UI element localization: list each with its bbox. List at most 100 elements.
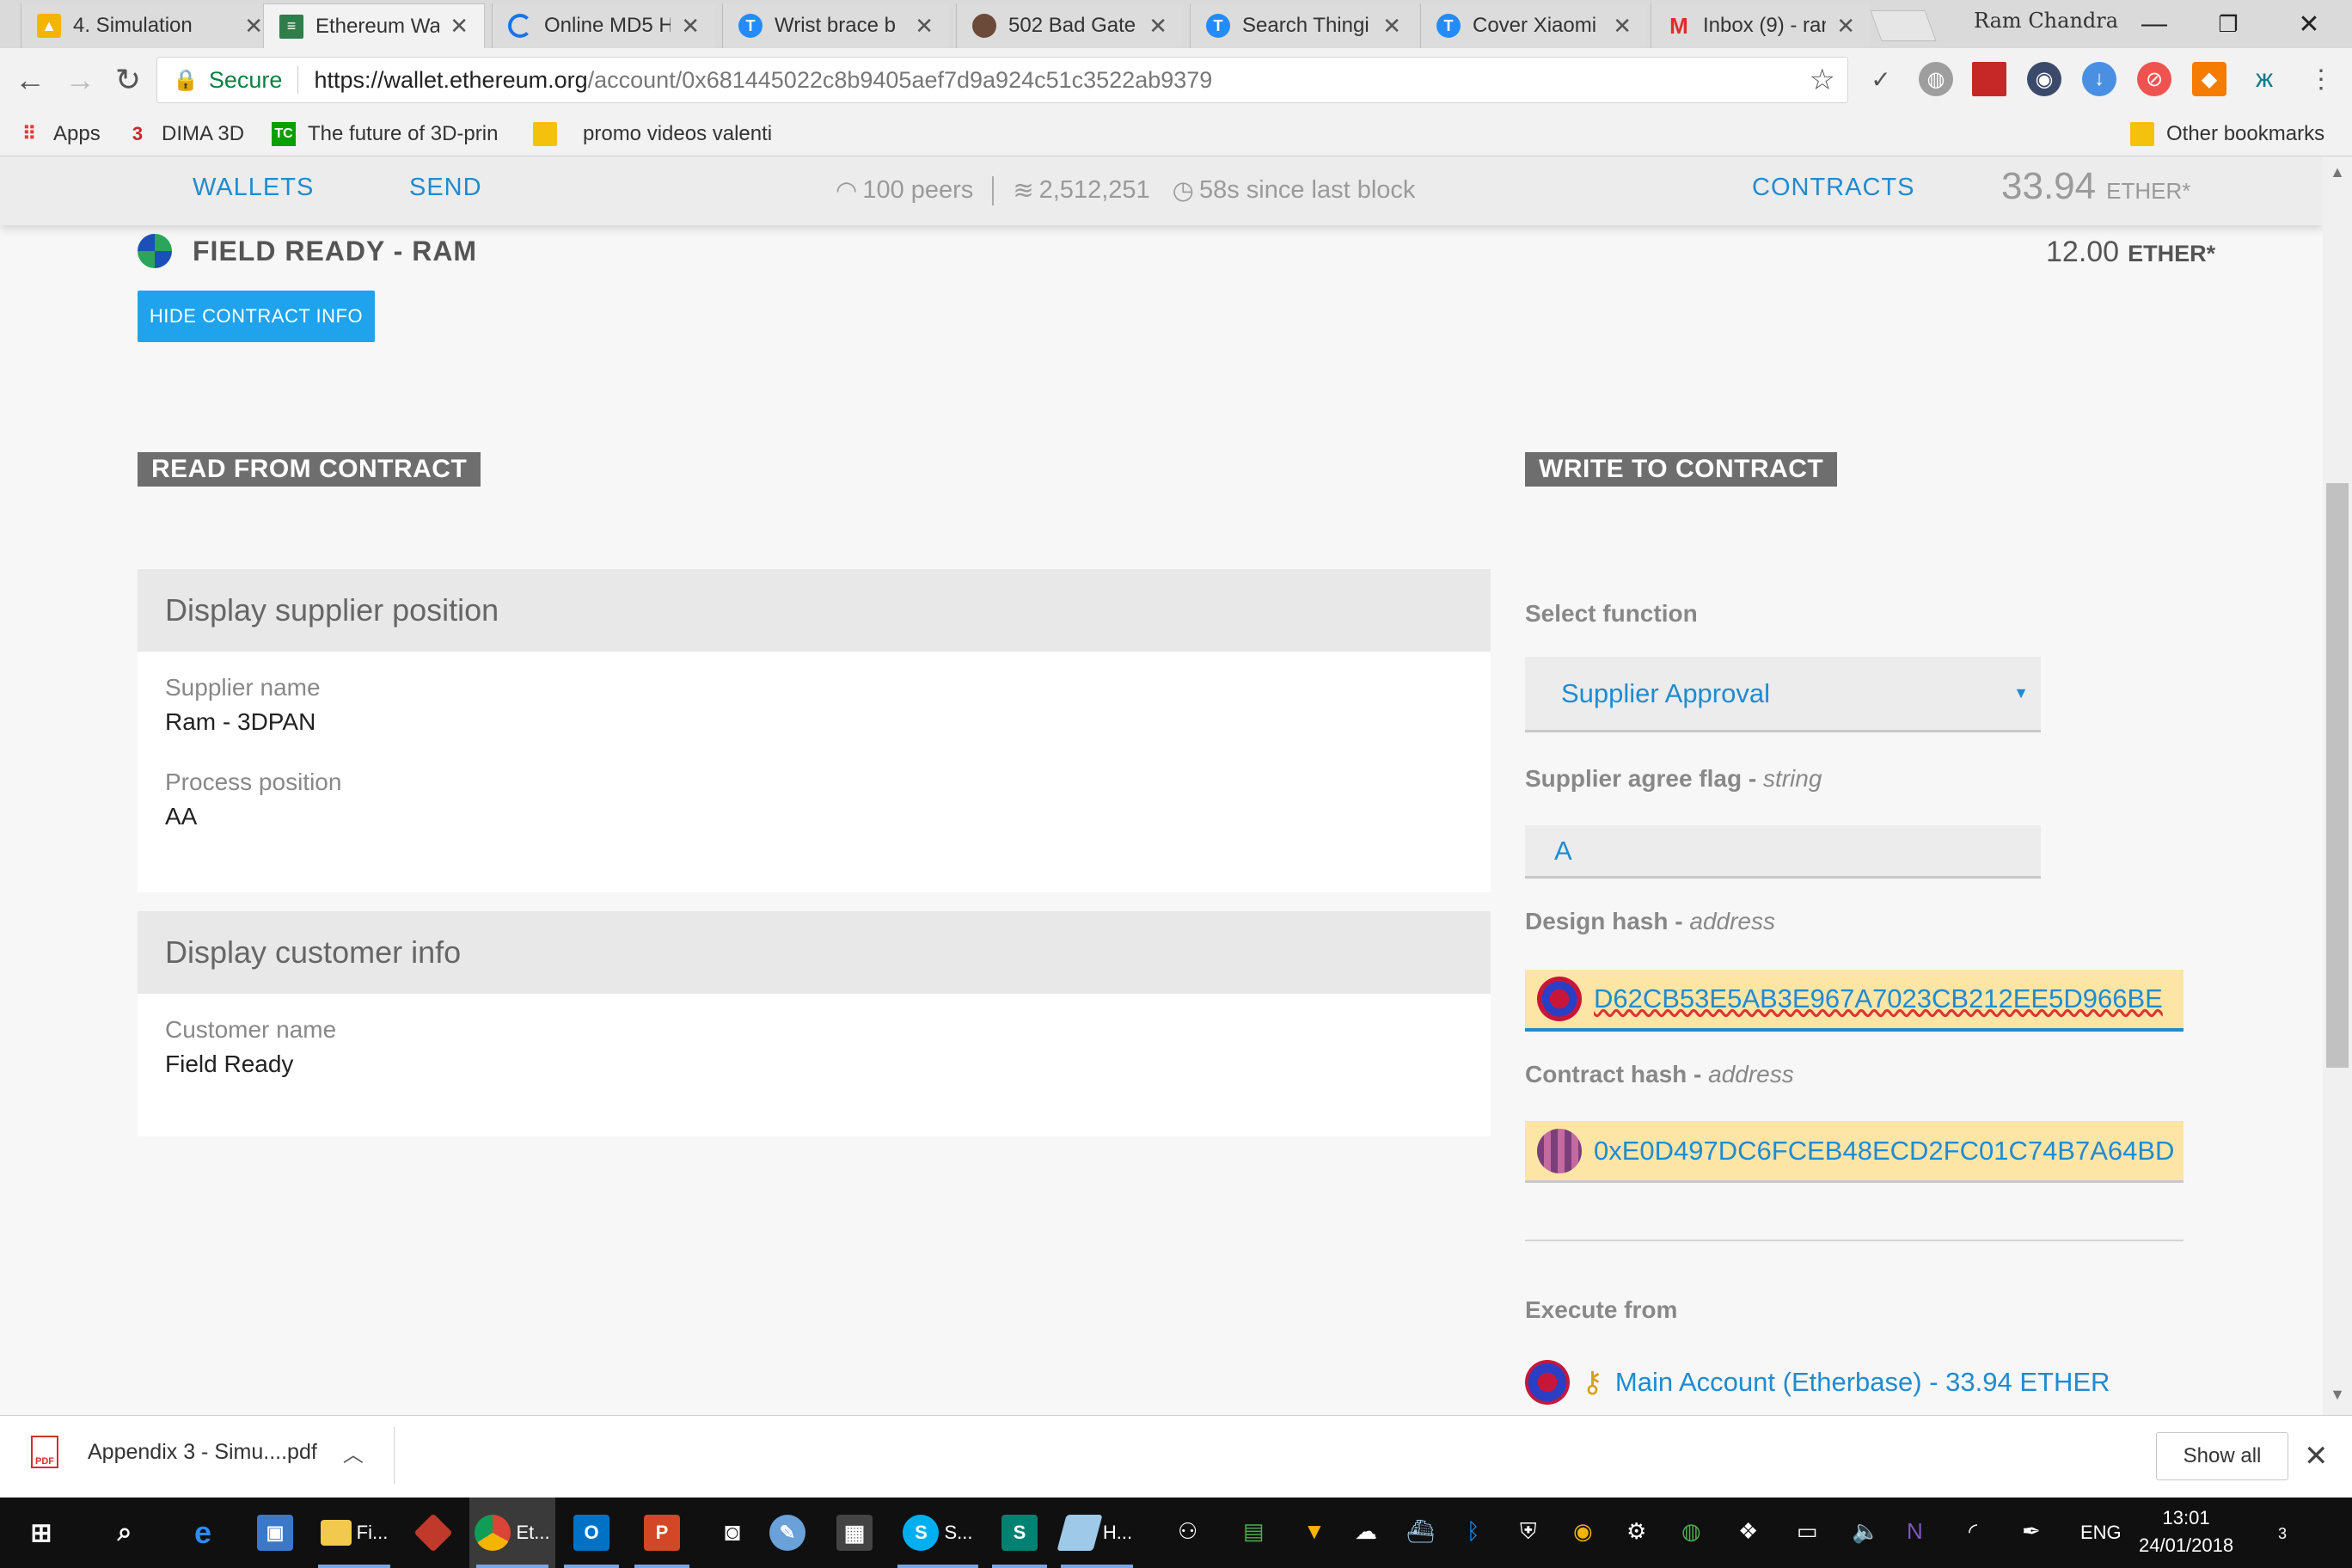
security-shield-icon[interactable]: ⛨ [1520, 1518, 1537, 1546]
execute-from-account-select[interactable]: ⚷ Main Account (Etherbase) - 33.94 ETHER [1525, 1360, 2110, 1405]
new-tab-button[interactable] [1870, 10, 1937, 41]
pen-icon[interactable]: ✒ [2022, 1518, 2041, 1545]
minimize-icon[interactable]: — [2120, 3, 2189, 45]
tab-cover-xiaomi[interactable]: T Cover Xiaomi ✕ [1420, 3, 1647, 48]
wifi-icon[interactable]: ◜ [1969, 1518, 1977, 1545]
onenote-icon[interactable]: N [1907, 1518, 1923, 1545]
input-language[interactable]: ENG [2080, 1522, 2122, 1544]
bookmark-techcrunch[interactable]: TC The future of 3D-prin [272, 117, 498, 151]
close-tab-icon[interactable]: ✕ [1613, 13, 1632, 40]
tab-wrist-brace[interactable]: T Wrist brace b ✕ [722, 3, 949, 48]
tab-simulation[interactable]: ▲ 4. Simulation ✕ [21, 3, 279, 48]
tab-ethereum-wallet[interactable]: ≡ Ethereum Wal ✕ [263, 3, 485, 48]
tray-badge-icon[interactable]: ◉ [1573, 1518, 1593, 1545]
red-book-extension-icon[interactable] [1972, 62, 2006, 96]
stop-extension-icon[interactable]: ⊘ [2137, 62, 2171, 96]
bookmark-promo-videos[interactable]: promo videos valenti [533, 117, 772, 151]
show-all-downloads-button[interactable]: Show all [2156, 1432, 2288, 1480]
supplier-agree-flag-input[interactable]: A [1525, 825, 2041, 879]
field-label: Process position [165, 769, 342, 795]
close-tab-icon[interactable]: ✕ [244, 13, 263, 40]
scroll-up-arrow-icon[interactable]: ▲ [2326, 163, 2349, 186]
volume-icon[interactable]: 🔈 [1852, 1518, 1879, 1545]
metamask-fox-icon[interactable]: ◆ [2192, 62, 2226, 96]
close-tab-icon[interactable]: ✕ [1836, 13, 1855, 40]
taskbar-sway[interactable]: S [985, 1498, 1054, 1568]
tray-gear-icon[interactable]: ⚙ [1626, 1518, 1646, 1545]
close-tab-icon[interactable]: ✕ [915, 13, 934, 40]
butterfly-extension-icon[interactable]: ж [2247, 62, 2282, 96]
function-select[interactable]: Supplier Approval ▼ [1525, 657, 2041, 732]
bluetooth-icon[interactable]: ᛒ [1467, 1518, 1480, 1545]
back-icon[interactable]: ← [7, 57, 53, 103]
bookmark-dima3d[interactable]: 3 DIMA 3D [126, 117, 244, 151]
hide-contract-info-button[interactable]: HIDE CONTRACT INFO [138, 291, 375, 342]
site-avatar-icon [972, 14, 996, 38]
tray-ship-icon[interactable]: ⛴ [1406, 1518, 1435, 1545]
battery-icon[interactable]: ▭ [1797, 1518, 1818, 1545]
close-download-bar-icon[interactable]: ✕ [2304, 1439, 2329, 1473]
network-status: ◠ 100 peers ≋ 2,512,251 ◷ 58s since last… [836, 175, 1415, 205]
contract-hash-input[interactable]: 0xE0D497DC6FCEB48ECD2FC01C74B7A64BD [1525, 1121, 2184, 1183]
bookmark-star-icon[interactable]: ☆ [1810, 63, 1835, 97]
system-clock[interactable]: 13:01 24/01/2018 [2139, 1504, 2233, 1559]
restore-icon[interactable]: ❐ [2194, 3, 2263, 45]
address-identicon [1537, 977, 1582, 1021]
scrollbar-thumb[interactable] [2326, 483, 2349, 1068]
people-icon[interactable]: ⚇ [1178, 1518, 1197, 1545]
contract-name: FIELD READY - RAM [193, 235, 478, 266]
nav-contracts[interactable]: CONTRACTS [1752, 174, 1914, 202]
reload-icon[interactable]: ↻ [105, 57, 151, 103]
close-tab-icon[interactable]: ✕ [681, 13, 700, 40]
checkmark-extension-icon[interactable]: ✓ [1864, 62, 1898, 96]
read-from-contract-title: READ FROM CONTRACT [138, 452, 481, 487]
tray-app-icon[interactable]: ▤ [1243, 1518, 1265, 1545]
action-center-icon[interactable]: 3 [2278, 1518, 2287, 1545]
tab-gmail-inbox[interactable]: M Inbox (9) - ran ✕ [1651, 3, 1871, 48]
taskbar-file-explorer[interactable]: Fi... [311, 1498, 397, 1568]
nav-wallets[interactable]: WALLETS [193, 174, 314, 202]
design-hash-input[interactable]: D62CB53E5AB3E967A7023CB212EE5D966BE [1525, 970, 2184, 1032]
customer-info-card: Display customer info Customer name Fiel… [138, 911, 1491, 1136]
taskbar-chrome[interactable]: Et... [469, 1498, 555, 1568]
chrome-tray-icon[interactable]: ◍ [1681, 1518, 1701, 1545]
card-heading: Display customer info [138, 911, 1491, 994]
tab-label: Search Thingi [1242, 14, 1369, 37]
forward-icon[interactable]: → [57, 57, 103, 103]
address-bar[interactable]: 🔒 Secure https://wallet.ethereum.org /ac… [156, 57, 1848, 103]
taskbar-skype[interactable]: S S... [891, 1498, 985, 1568]
start-button[interactable]: ⊞ [0, 1498, 83, 1568]
url-host: https://wallet.ethereum.org [314, 66, 588, 93]
taskbar-h-app[interactable]: H... [1054, 1498, 1140, 1568]
tab-502-bad-gateway[interactable]: 502 Bad Gate ✕ [956, 3, 1183, 48]
taskbar-calculator[interactable]: ▦ [820, 1498, 889, 1568]
tray-arrow-icon[interactable]: ▼ [1303, 1518, 1326, 1545]
scroll-down-arrow-icon[interactable]: ▼ [2326, 1386, 2349, 1408]
chevron-up-icon[interactable]: ︿ [343, 1437, 364, 1467]
circle-extension-icon[interactable]: ◉ [2027, 62, 2061, 96]
taskbar-app[interactable]: ▣ [241, 1498, 309, 1568]
taskbar-paint[interactable]: ✎ [753, 1498, 822, 1568]
download-item[interactable]: PDF Appendix 3 - Simu....pdf ︿ [31, 1436, 364, 1468]
globe-extension-icon[interactable]: ◍ [1919, 62, 1953, 96]
nav-send[interactable]: SEND [409, 174, 482, 202]
tab-online-md5[interactable]: Online MD5 H ✕ [492, 3, 715, 48]
close-tab-icon[interactable]: ✕ [1148, 13, 1167, 40]
bookmark-apps[interactable]: ⠿ Apps [17, 117, 101, 151]
taskbar-outlook[interactable]: O [557, 1498, 626, 1568]
download-extension-icon[interactable]: ↓ [2082, 62, 2116, 96]
close-tab-icon[interactable]: ✕ [450, 13, 469, 40]
chrome-menu-icon[interactable]: ⋮ [2304, 62, 2338, 96]
taskbar-powerpoint[interactable]: P [628, 1498, 696, 1568]
other-bookmarks[interactable]: Other bookmarks [2130, 117, 2324, 151]
profile-name[interactable]: Ram Chandra [1974, 9, 2118, 33]
tab-search-thingiverse[interactable]: T Search Thingi ✕ [1190, 3, 1417, 48]
3d-shape-icon [413, 1513, 453, 1553]
close-window-icon[interactable]: ✕ [2275, 3, 2343, 45]
taskbar-edge[interactable]: e [168, 1498, 237, 1568]
search-button[interactable]: ⌕ [86, 1498, 163, 1568]
taskbar-3d-app[interactable] [399, 1498, 468, 1568]
dropbox-icon[interactable]: ❖ [1738, 1518, 1758, 1545]
onedrive-icon[interactable]: ☁ [1355, 1518, 1377, 1545]
close-tab-icon[interactable]: ✕ [1382, 13, 1401, 40]
